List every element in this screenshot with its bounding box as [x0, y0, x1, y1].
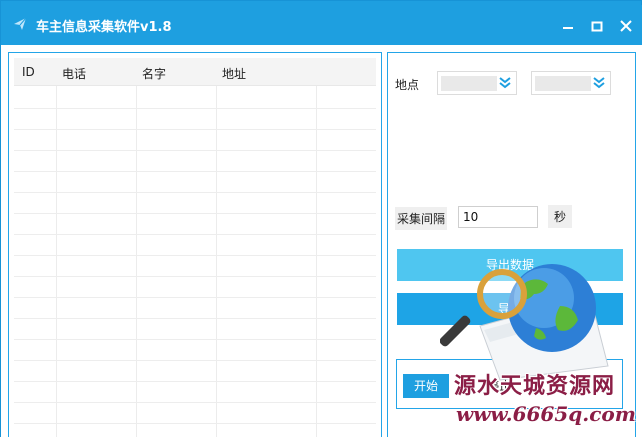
province-select[interactable]: [437, 71, 517, 95]
interval-input[interactable]: [458, 206, 538, 228]
column-header-address[interactable]: 地址: [222, 65, 246, 82]
watermark-title: 源水天城资源网: [454, 373, 616, 399]
table-row: [14, 360, 376, 361]
minimize-icon: [563, 27, 573, 29]
select-value: [535, 76, 591, 91]
close-button[interactable]: [617, 17, 635, 35]
interval-label: 采集间隔: [395, 207, 448, 230]
seconds-label: 秒: [548, 205, 573, 228]
table-row: [14, 192, 376, 193]
column-divider: [56, 86, 57, 437]
select-value: [441, 76, 497, 91]
table-row: [14, 423, 376, 424]
column-divider: [316, 86, 317, 437]
table-row: [14, 255, 376, 256]
table-row: [14, 150, 376, 151]
minimize-button[interactable]: [559, 17, 577, 35]
results-table[interactable]: ID 电话 名字 地址: [14, 58, 376, 437]
watermark: 源水天城资源网 www.6665q.com: [454, 368, 642, 437]
maximize-icon: [591, 21, 603, 32]
watermark-url: www.6665q.com: [456, 402, 636, 426]
chevron-down-icon: [593, 77, 605, 89]
column-header-phone[interactable]: 电话: [62, 65, 86, 82]
column-divider: [216, 86, 217, 437]
title-bar[interactable]: 车主信息采集软件v1.8: [1, 5, 642, 45]
table-row: [14, 234, 376, 235]
column-header-name[interactable]: 名字: [142, 65, 166, 82]
table-row: [14, 402, 376, 403]
table-row: [14, 108, 376, 109]
table-header: ID 电话 名字 地址: [14, 58, 376, 86]
city-select[interactable]: [531, 71, 611, 95]
table-row: [14, 171, 376, 172]
table-row: [14, 318, 376, 319]
close-icon: [620, 20, 632, 32]
window-title: 车主信息采集软件v1.8: [36, 20, 172, 35]
table-row: [14, 129, 376, 130]
table-row: [14, 381, 376, 382]
globe-magnifier-icon: [440, 264, 609, 381]
table-row: [14, 297, 376, 298]
location-label: 地点: [395, 78, 420, 92]
table-row: [14, 339, 376, 340]
table-row: [14, 213, 376, 214]
maximize-button[interactable]: [588, 17, 606, 35]
chevron-down-icon: [499, 77, 511, 89]
table-row: [14, 276, 376, 277]
column-divider: [136, 86, 137, 437]
column-header-id[interactable]: ID: [22, 65, 35, 79]
paper-plane-icon: [14, 17, 27, 30]
results-panel: ID 电话 名字 地址: [8, 52, 382, 437]
